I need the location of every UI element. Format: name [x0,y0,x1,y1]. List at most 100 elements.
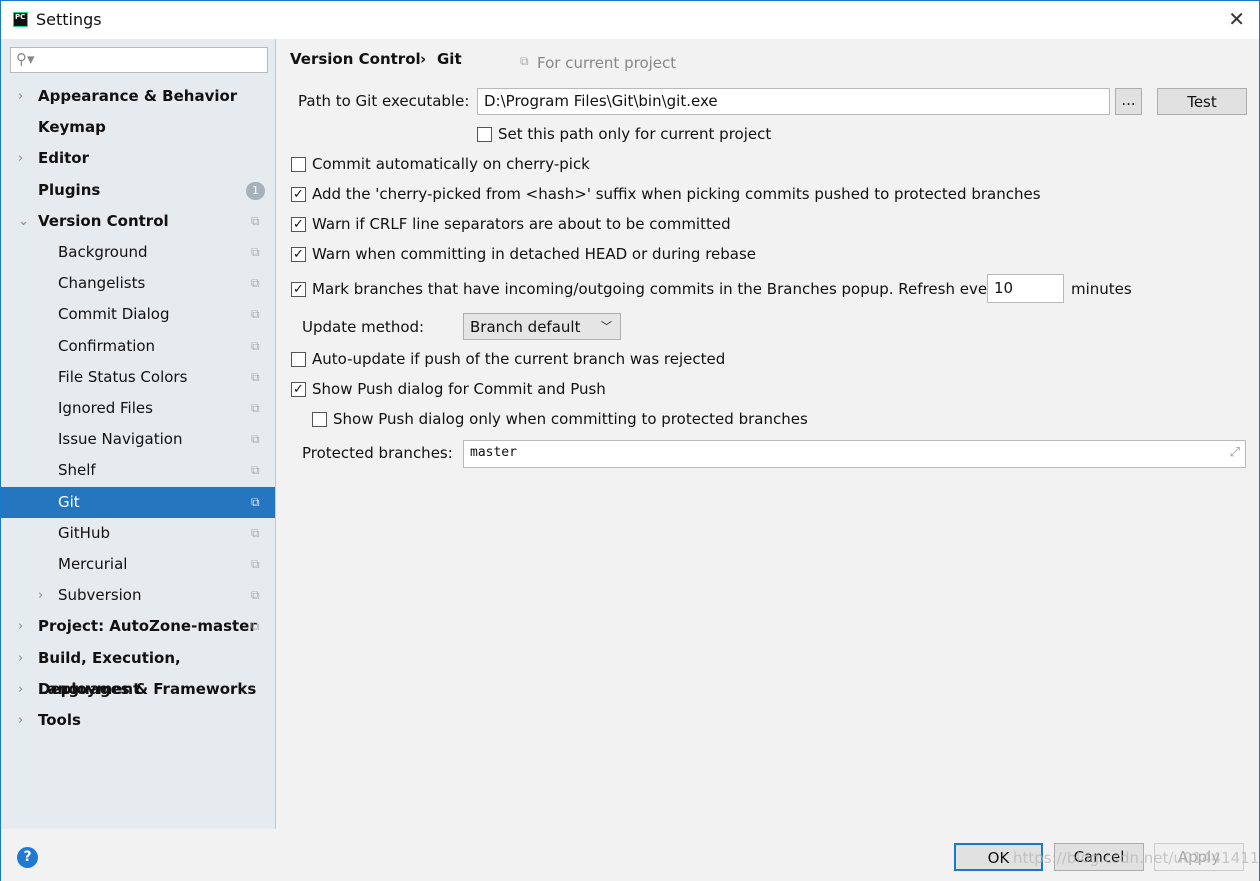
search-input[interactable]: ⚲▾ [10,47,268,73]
sidebar-item-label: Issue Navigation [58,430,183,449]
sidebar-item[interactable]: GitHub ⧉ [1,518,275,549]
breadcrumb-version-control[interactable]: Version Control [290,50,421,68]
protected-branches-input[interactable]: master ⤢ [463,440,1246,468]
sidebar-item-label: Shelf [58,461,96,480]
chevron-right-icon[interactable]: › [18,81,23,112]
option-checkbox[interactable]: ✓ [291,382,306,397]
chevron-right-icon[interactable]: › [18,674,23,705]
sidebar-item[interactable]: File Status Colors ⧉ [1,362,275,393]
window-title: Settings [36,10,102,29]
option-label: Warn if CRLF line separators are about t… [312,215,731,233]
refresh-unit-label: minutes [1071,280,1132,298]
copy-icon: ⧉ [251,213,260,228]
sidebar-item-label: Subversion [58,586,142,605]
option-checkbox[interactable]: ✓ [291,217,306,232]
help-icon[interactable]: ? [17,847,38,868]
sidebar-item-label: Tools [38,711,81,729]
sidebar-item[interactable]: › Editor [1,143,275,174]
sidebar-item[interactable]: › Languages & Frameworks [1,674,275,705]
sidebar-item-label: Languages & Frameworks [38,679,257,698]
chevron-right-icon[interactable]: › [18,611,23,642]
sidebar-item[interactable]: Git ⧉ [1,486,275,518]
path-label: Path to Git executable: [298,92,470,110]
chevron-right-icon[interactable]: › [18,705,23,736]
footer: ? OK Cancel Apply https://blog.csdn.net/… [1,829,1260,881]
chevron-down-icon: ﹀ [601,320,612,333]
breadcrumb-separator: › [420,50,427,68]
watermark: https://blog.csdn.net/u014414110 [1013,849,1260,867]
sidebar-item-label: Version Control [38,211,169,230]
sidebar-item[interactable]: Background ⧉ [1,237,275,268]
update-method-dropdown[interactable]: Branch default ﹀ [463,313,621,340]
browse-button[interactable]: ... [1115,88,1142,115]
sidebar-item[interactable]: › Build, Execution, Deployment [1,643,275,698]
update-badge: 1 [246,181,265,200]
option-checkbox[interactable] [291,352,306,367]
refresh-interval-input[interactable]: 10 [987,274,1064,303]
protected-branches-value: master [470,445,517,460]
set-path-only-label: Set this path only for current project [498,125,772,143]
option-checkbox[interactable]: ✓ [291,247,306,262]
scope-label: For current project [537,54,677,72]
copy-icon: ⧉ [520,54,529,68]
copy-icon: ⧉ [251,276,260,291]
sidebar-item-label: Keymap [38,118,106,137]
test-button[interactable]: Test [1157,88,1247,115]
sidebar-item-label: Background [58,243,148,261]
sidebar-item[interactable]: › Appearance & Behavior [1,81,275,112]
option-label: Warn when committing in detached HEAD or… [312,245,757,263]
protected-branches-label: Protected branches: [302,444,453,462]
chevron-right-icon[interactable]: › [38,580,43,611]
update-method-label: Update method: [302,318,425,336]
copy-icon: ⧉ [251,557,260,571]
copy-icon: ⧉ [251,588,260,603]
sidebar-item[interactable]: ⌄ Version Control ⧉ [1,206,275,237]
sidebar-item[interactable]: Mercurial ⧉ [1,549,275,580]
settings-tree: ⚲▾ › Appearance & Behavior Keymap › Editor Pl… [1,39,276,829]
close-icon[interactable]: ✕ [1228,7,1245,31]
sidebar-item[interactable]: Keymap [1,112,275,143]
sidebar-item-label: GitHub [58,523,110,542]
copy-icon: ⧉ [251,494,260,509]
sidebar-item-label: Commit Dialog [58,305,170,324]
copy-icon: ⧉ [251,463,260,478]
sidebar-item[interactable]: Changelists ⧉ [1,268,275,299]
option-label: Mark branches that have incoming/outgoin… [312,280,1003,298]
sidebar-item[interactable]: Shelf ⧉ [1,455,275,486]
git-path-input[interactable]: D:\Program Files\Git\bin\git.exe [477,88,1110,115]
sidebar-item[interactable]: Plugins 1 [1,175,275,206]
sidebar-item[interactable]: › Tools [1,705,275,736]
sidebar-item[interactable]: › Subversion ⧉ [1,580,275,611]
option-label: Show Push dialog for Commit and Push [312,380,606,398]
copy-icon: ⧉ [251,307,260,322]
sidebar-item[interactable]: Commit Dialog ⧉ [1,299,275,330]
chevron-right-icon[interactable]: › [18,143,23,174]
sidebar-item-label: Changelists [58,274,146,293]
chevron-down-icon[interactable]: ⌄ [18,206,29,237]
option-checkbox[interactable] [291,157,306,172]
update-method-value: Branch default [470,318,581,336]
sidebar-item-label: Mercurial [58,555,128,573]
expand-icon[interactable]: ⤢ [1230,441,1240,465]
sidebar-item-label: File Status Colors [58,367,188,386]
sidebar-item[interactable]: Ignored Files ⧉ [1,393,275,424]
sidebar-item[interactable]: Confirmation ⧉ [1,331,275,362]
pycharm-logo-icon: PC [13,12,28,27]
option-label: Add the 'cherry-picked from <hash>' suff… [312,185,1041,203]
sidebar-item[interactable]: Issue Navigation ⧉ [1,424,275,455]
copy-icon: ⧉ [251,338,260,353]
sidebar-item-label: Editor [38,149,89,168]
sidebar-item-label: Ignored Files [58,399,153,417]
copy-icon: ⧉ [251,245,260,259]
sidebar-item-label: Appearance & Behavior [38,87,238,105]
sidebar-item-label: Project: AutoZone-master [38,617,257,636]
sidebar-item[interactable]: › Project: AutoZone-master ⧉ [1,611,275,642]
set-path-only-checkbox[interactable] [477,127,492,142]
search-icon: ⚲▾ [16,50,35,68]
option-checkbox[interactable] [312,412,327,427]
git-settings-panel: Version Control › Git ⧉ For current proj… [277,39,1259,829]
option-checkbox[interactable]: ✓ [291,187,306,202]
chevron-right-icon[interactable]: › [18,643,23,674]
option-checkbox[interactable]: ✓ [291,282,306,297]
copy-icon: ⧉ [251,369,260,384]
